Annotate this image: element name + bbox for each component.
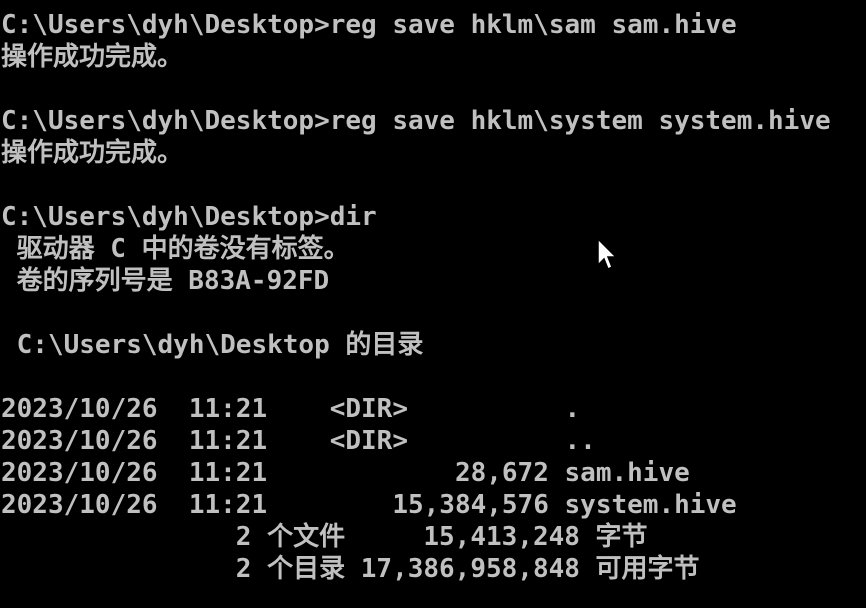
console-line: 2023/10/26 11:21 15,384,576 system.hive	[1, 490, 737, 520]
console-line: 2023/10/26 11:21 <DIR> ..	[1, 426, 596, 456]
console-line: C:\Users\dyh\Desktop>dir	[1, 202, 377, 232]
console-line: 2 个文件 15,413,248 字节	[1, 522, 648, 552]
console-line: 2 个目录 17,386,958,848 可用字节	[1, 554, 700, 584]
console-line: 操作成功完成。	[1, 42, 184, 72]
console-window[interactable]: C:\Users\dyh\Desktop>reg save hklm\sam s…	[0, 0, 866, 608]
mouse-pointer-icon	[597, 238, 618, 271]
console-line: 驱动器 C 中的卷没有标签。	[1, 234, 350, 264]
console-line: C:\Users\dyh\Desktop>reg save hklm\sam s…	[1, 10, 737, 40]
console-line: C:\Users\dyh\Desktop>reg save hklm\syste…	[1, 106, 831, 136]
console-line: 卷的序列号是 B83A-92FD	[1, 266, 330, 296]
console-line: 操作成功完成。	[1, 138, 184, 168]
console-output: C:\Users\dyh\Desktop>reg save hklm\sam s…	[1, 9, 831, 585]
console-line: 2023/10/26 11:21 28,672 sam.hive	[1, 458, 690, 488]
console-line: 2023/10/26 11:21 <DIR> .	[1, 394, 581, 424]
console-line: C:\Users\dyh\Desktop 的目录	[1, 330, 424, 360]
